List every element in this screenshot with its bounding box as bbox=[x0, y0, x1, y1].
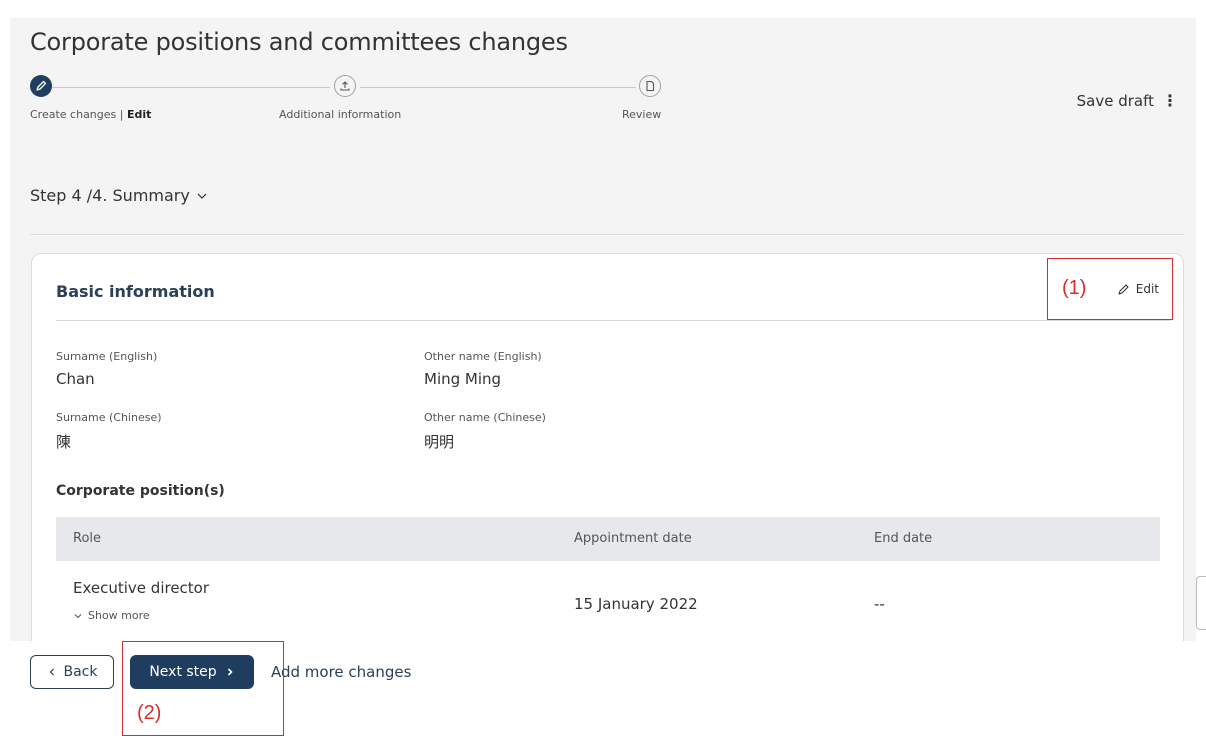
step-1-label-text: Create changes | bbox=[30, 108, 127, 121]
upload-icon bbox=[340, 81, 350, 91]
chevron-down-icon bbox=[74, 613, 82, 618]
save-draft-button[interactable]: Save draft ⋮ bbox=[1077, 92, 1178, 110]
divider bbox=[30, 234, 1184, 235]
positions-table-header: Role Appointment date End date bbox=[56, 517, 1160, 561]
step-2-label[interactable]: Additional information bbox=[279, 108, 401, 121]
step-1-mode: Edit bbox=[126, 108, 152, 121]
column-header-end-date: End date bbox=[874, 531, 933, 546]
divider bbox=[56, 320, 1171, 321]
other-name-english-label: Other name (English) bbox=[424, 350, 542, 363]
stepper-connector bbox=[360, 87, 636, 88]
step-3-label[interactable]: Review bbox=[622, 108, 661, 121]
column-header-appointment-date: Appointment date bbox=[574, 531, 692, 546]
document-icon bbox=[646, 80, 655, 92]
step-2-indicator[interactable] bbox=[334, 75, 356, 97]
side-panel-handle[interactable] bbox=[1196, 576, 1206, 630]
save-draft-label: Save draft bbox=[1076, 92, 1154, 110]
appointment-date-cell: 15 January 2022 bbox=[574, 595, 698, 613]
back-button[interactable]: Back bbox=[30, 655, 114, 689]
annotation-marker-1: (1) bbox=[1062, 277, 1087, 299]
show-more-label: Show more bbox=[88, 609, 150, 622]
page-title: Corporate positions and committees chang… bbox=[30, 28, 568, 56]
other-name-chinese-label: Other name (Chinese) bbox=[424, 411, 546, 424]
chevron-down-icon bbox=[197, 193, 207, 199]
back-label: Back bbox=[63, 664, 98, 680]
stepper-connector bbox=[52, 87, 330, 88]
corporate-positions-title: Corporate position(s) bbox=[56, 483, 225, 499]
page-header: Corporate positions and committees chang… bbox=[10, 18, 1196, 150]
step-1-indicator[interactable] bbox=[30, 75, 52, 97]
other-name-english-value: Ming Ming bbox=[424, 370, 502, 388]
show-more-button[interactable]: Show more bbox=[73, 609, 150, 622]
step-summary-label: Step 4 /4. Summary bbox=[30, 186, 190, 205]
step-3-indicator[interactable] bbox=[639, 75, 661, 97]
step-1-label[interactable]: Create changes | Edit bbox=[30, 108, 151, 121]
main-content: Step 4 /4. Summary Basic information Edi… bbox=[10, 150, 1196, 653]
step-summary-toggle[interactable]: Step 4 /4. Summary bbox=[30, 186, 208, 205]
add-more-changes-link[interactable]: Add more changes bbox=[271, 663, 411, 681]
column-header-role: Role bbox=[73, 531, 102, 546]
more-options-icon[interactable]: ⋮ bbox=[1162, 93, 1178, 109]
other-name-chinese-value: 明明 bbox=[424, 433, 455, 451]
card-title: Basic information bbox=[56, 282, 215, 301]
end-date-cell: -- bbox=[874, 595, 885, 613]
role-cell: Executive director bbox=[73, 579, 210, 597]
surname-chinese-label: Surname (Chinese) bbox=[56, 411, 162, 424]
pencil-icon bbox=[36, 80, 47, 91]
surname-english-value: Chan bbox=[56, 370, 95, 388]
annotation-marker-2: (2) bbox=[137, 702, 162, 724]
surname-chinese-value: 陳 bbox=[56, 433, 72, 451]
surname-english-label: Surname (English) bbox=[56, 350, 158, 363]
chevron-left-icon bbox=[49, 668, 54, 676]
basic-information-card: Basic information Edit Surname (English)… bbox=[31, 253, 1184, 653]
